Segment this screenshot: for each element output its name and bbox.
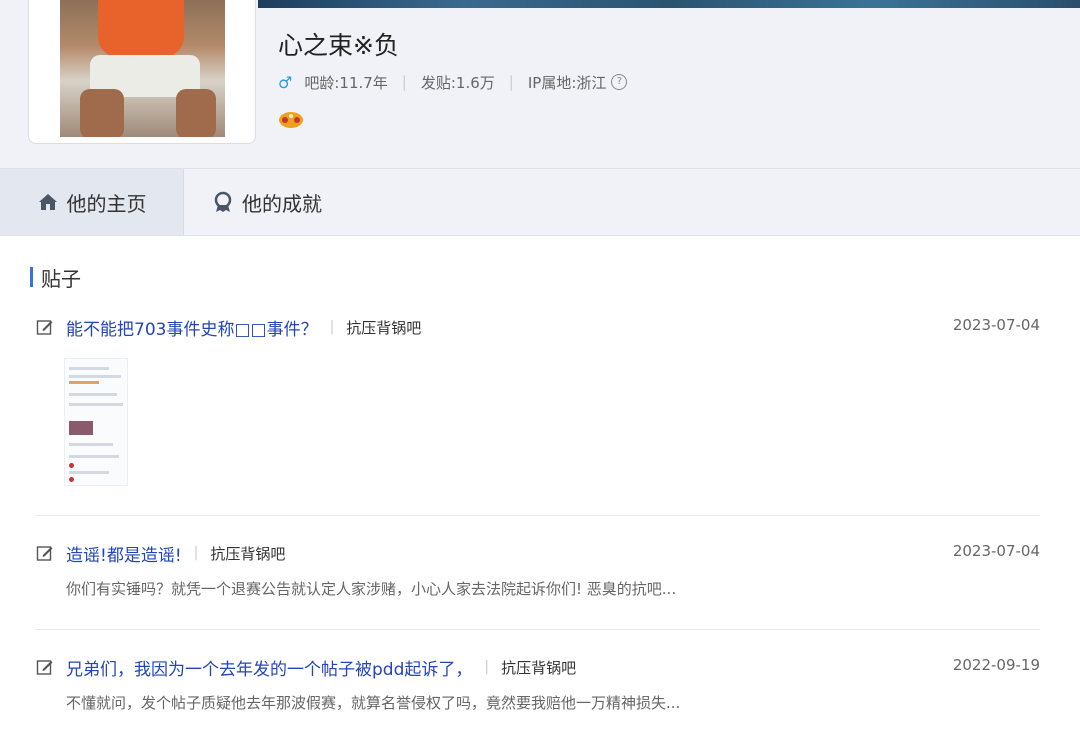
post-divider-line: [36, 629, 1040, 630]
section-title-text: 贴子: [41, 266, 81, 291]
post-divider-line: [36, 515, 1040, 516]
post-thumbnail[interactable]: [64, 358, 128, 486]
profile-header: 心之束※负 ♂ 吧龄:11.7年 | 发贴:1.6万 | IP属地:浙江 ?: [0, 0, 1080, 169]
tab-home[interactable]: 他的主页: [0, 169, 184, 235]
post-item: 能不能把703事件史称□□事件？ | 抗压背锅吧 2023-07-04: [36, 314, 1040, 340]
bar-age: 吧龄:11.7年: [304, 73, 388, 92]
header-banner: [258, 0, 1080, 8]
post-date: 2023-07-04: [952, 316, 1040, 334]
tab-achievements[interactable]: 他的成就: [212, 169, 322, 235]
post-divider: |: [193, 545, 199, 561]
post-date: 2022-09-19: [952, 656, 1040, 674]
profile-meta: ♂ 吧龄:11.7年 | 发贴:1.6万 | IP属地:浙江 ?: [278, 72, 628, 92]
post-item: 造谣!都是造谣! | 抗压背锅吧 2023-07-04 你们有实锤吗？就凭一个退…: [36, 540, 1040, 599]
post-title[interactable]: 造谣!都是造谣!: [66, 541, 182, 566]
ip-location: IP属地:浙江: [527, 73, 607, 92]
help-icon[interactable]: ?: [611, 74, 628, 90]
post-date: 2023-07-04: [952, 542, 1040, 560]
medal-icon: [214, 191, 232, 212]
post-excerpt: 不懂就问，发个帖子质疑他去年那波假赛，就算名誉侵权了吗，竟然要我赔他一万精神损失…: [66, 694, 681, 712]
profile-tabs: 他的主页 他的成就: [0, 169, 1080, 236]
post-title[interactable]: 能不能把703事件史称□□事件？: [66, 315, 318, 340]
edit-icon: [36, 546, 53, 561]
post-forum[interactable]: 抗压背锅吧: [501, 657, 576, 678]
edit-icon: [36, 320, 53, 335]
post-divider: |: [484, 659, 490, 675]
tab-label: 他的主页: [66, 191, 147, 216]
post-excerpt: 你们有实锤吗？就凭一个退赛公告就认定人家涉赌，小心人家去法院起诉你们! 恶臭的抗…: [66, 580, 677, 598]
meta-divider: |: [508, 73, 514, 91]
post-forum[interactable]: 抗压背锅吧: [346, 317, 421, 338]
male-icon: ♂: [278, 72, 293, 92]
post-item: 兄弟们，我因为一个去年发的一个帖子被pdd起诉了， | 抗压背锅吧 2022-0…: [36, 654, 1040, 713]
avatar[interactable]: [60, 0, 225, 137]
posts-count: 发贴:1.6万: [420, 73, 495, 92]
post-divider: |: [329, 319, 335, 335]
section-accent-bar: [30, 267, 33, 287]
section-title: 贴子: [30, 264, 81, 291]
avatar-frame: [28, 0, 256, 144]
post-forum[interactable]: 抗压背锅吧: [210, 543, 285, 564]
post-title[interactable]: 兄弟们，我因为一个去年发的一个帖子被pdd起诉了，: [66, 655, 472, 680]
edit-icon: [36, 660, 53, 675]
gamepad-badge-icon[interactable]: [278, 108, 304, 130]
meta-divider: |: [401, 73, 407, 91]
username: 心之束※负: [278, 31, 399, 60]
home-icon: [38, 194, 57, 210]
tab-label: 他的成就: [242, 191, 322, 216]
